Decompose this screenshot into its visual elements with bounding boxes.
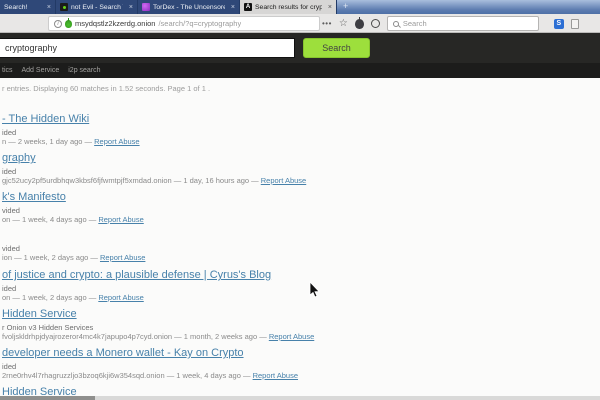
tab-close-icon[interactable]: × [325, 4, 332, 11]
result-meta-line: on — 1 week, 2 days ago — Report Abuse [2, 293, 592, 302]
report-abuse-link[interactable]: Report Abuse [269, 332, 314, 341]
site-search-button[interactable]: Search [303, 38, 370, 58]
tab-label: not Evil - Search Tor [71, 4, 123, 11]
result-onion-url: gjc52ucy2pf5urdbhqw3kbsf6fjfwmtpjf5xmdad… [2, 176, 261, 185]
result-title-link[interactable]: Hidden Service [2, 307, 77, 321]
scrollbar-thumb[interactable] [0, 396, 95, 400]
result-description: vided [2, 206, 592, 215]
search-result: graphy ided gjc52ucy2pf5urdbhqw3kbsf6fjf… [2, 148, 592, 187]
tab-search[interactable]: Search! × [0, 0, 56, 14]
toolbar-search-field[interactable]: Search [387, 16, 539, 31]
subnav-link-add-service[interactable]: Add Service [22, 67, 60, 74]
result-onion-url: on — 1 week, 4 days ago — [2, 215, 98, 224]
browser-toolbar: i msydqstlz2kzerdg.onion/search/?q=crypt… [0, 14, 600, 33]
noscript-ring-icon[interactable] [371, 19, 380, 28]
result-description: r Onion v3 Hidden Services [2, 323, 592, 332]
result-title-link[interactable]: developer needs a Monero wallet - Kay on… [2, 346, 244, 360]
result-title-link[interactable]: - The Hidden Wiki [2, 112, 89, 126]
url-domain: msydqstlz2kzerdg.onion [75, 19, 155, 28]
tab-label: TorDex - The Uncensored Tor Index [153, 4, 225, 11]
site-info-icon[interactable]: i [54, 20, 62, 28]
tab-close-icon[interactable]: × [126, 4, 133, 11]
search-result: developer needs a Monero wallet - Kay on… [2, 343, 592, 382]
ahmia-results-page: cryptography Search tics Add Service i2p… [0, 33, 600, 396]
result-meta-line: ion — 1 week, 2 days ago — Report Abuse [2, 253, 592, 262]
torbutton-icon[interactable] [355, 19, 364, 29]
address-bar[interactable]: i msydqstlz2kzerdg.onion/search/?q=crypt… [48, 16, 320, 31]
report-abuse-link[interactable]: Report Abuse [253, 371, 298, 380]
report-abuse-link[interactable]: Report Abuse [98, 215, 143, 224]
result-onion-url: on — 1 week, 2 days ago — [2, 293, 98, 302]
page-actions-icon[interactable]: ••• [322, 19, 332, 28]
onion-circuit-icon[interactable] [65, 20, 72, 28]
result-onion-url: 2rne0rhv4l7rhagruzzljo3bzoq6kji6w354sqd.… [2, 371, 253, 380]
result-onion-url: ion — 1 week, 2 days ago — [2, 253, 100, 262]
result-title-link[interactable]: Hidden Service [2, 385, 77, 396]
result-meta-line: on — 1 week, 4 days ago — Report Abuse [2, 215, 592, 224]
search-result: Hidden Service r Onion v3 Hidden Service… [2, 304, 592, 343]
report-abuse-link[interactable]: Report Abuse [100, 253, 145, 262]
result-description: ided [2, 167, 592, 176]
result-description: ided [2, 362, 592, 371]
results-stats-line: r entries. Displaying 60 matches in 1.52… [2, 84, 210, 93]
tab-label: Search! [4, 4, 27, 11]
search-result: Hidden Service [2, 382, 592, 396]
result-onion-url: fvoljskldrhpjdyajrozeror4mc4k7japupo4p7c… [2, 332, 269, 341]
search-icon [393, 21, 399, 27]
subnav-link-i2p-search[interactable]: i2p search [68, 67, 100, 74]
tordex-favicon-icon [142, 3, 150, 11]
tab-close-icon[interactable]: × [44, 4, 51, 11]
tab-tordex[interactable]: TorDex - The Uncensored Tor Index × [138, 0, 240, 14]
result-description: ided [2, 128, 592, 137]
result-title-link[interactable]: graphy [2, 151, 36, 165]
ahmia-favicon-icon: A [244, 3, 252, 11]
result-meta-line: n — 2 weeks, 1 day ago — Report Abuse [2, 137, 592, 146]
search-result: vided ion — 1 week, 2 days ago — Report … [2, 226, 592, 265]
results-list: - The Hidden Wiki ided n — 2 weeks, 1 da… [2, 109, 592, 396]
search-result: of justice and crypto: a plausible defen… [2, 265, 592, 304]
result-title-link[interactable]: of justice and crypto: a plausible defen… [2, 268, 271, 282]
report-abuse-link[interactable]: Report Abuse [98, 293, 143, 302]
extension-icon[interactable]: S [554, 19, 564, 29]
not-evil-favicon-icon [60, 3, 68, 11]
browser-tab-bar: Search! × not Evil - Search Tor × TorDex… [0, 0, 600, 14]
result-description: ided [2, 284, 592, 293]
report-abuse-link[interactable]: Report Abuse [261, 176, 306, 185]
library-icon[interactable] [571, 19, 579, 29]
site-header: cryptography Search [0, 33, 600, 63]
site-search-input[interactable]: cryptography [0, 38, 295, 58]
tab-not-evil[interactable]: not Evil - Search Tor × [56, 0, 138, 14]
result-description: vided [2, 244, 592, 253]
result-title-link[interactable]: k's Manifesto [2, 190, 66, 204]
tab-close-icon[interactable]: × [228, 4, 235, 11]
bookmark-star-icon[interactable]: ☆ [339, 19, 348, 29]
search-result: - The Hidden Wiki ided n — 2 weeks, 1 da… [2, 109, 592, 148]
result-meta-line: fvoljskldrhpjdyajrozeror4mc4k7japupo4p7c… [2, 332, 592, 341]
tab-label: Search results for cryptography [255, 4, 322, 11]
horizontal-scrollbar[interactable] [0, 396, 600, 400]
result-onion-url: n — 2 weeks, 1 day ago — [2, 137, 94, 146]
subnav-link-statistics[interactable]: tics [2, 67, 13, 74]
site-subnav: tics Add Service i2p search [0, 63, 600, 78]
report-abuse-link[interactable]: Report Abuse [94, 137, 139, 146]
result-meta-line: gjc52ucy2pf5urdbhqw3kbsf6fjfwmtpjf5xmdad… [2, 176, 592, 185]
toolbar-search-placeholder: Search [403, 19, 427, 28]
new-tab-button[interactable]: + [337, 0, 354, 14]
search-result: k's Manifesto vided on — 1 week, 4 days … [2, 187, 592, 226]
tab-ahmia-active[interactable]: A Search results for cryptography × [240, 0, 337, 14]
result-meta-line: 2rne0rhv4l7rhagruzzljo3bzoq6kji6w354sqd.… [2, 371, 592, 380]
url-path: /search/?q=cryptography [158, 19, 241, 28]
